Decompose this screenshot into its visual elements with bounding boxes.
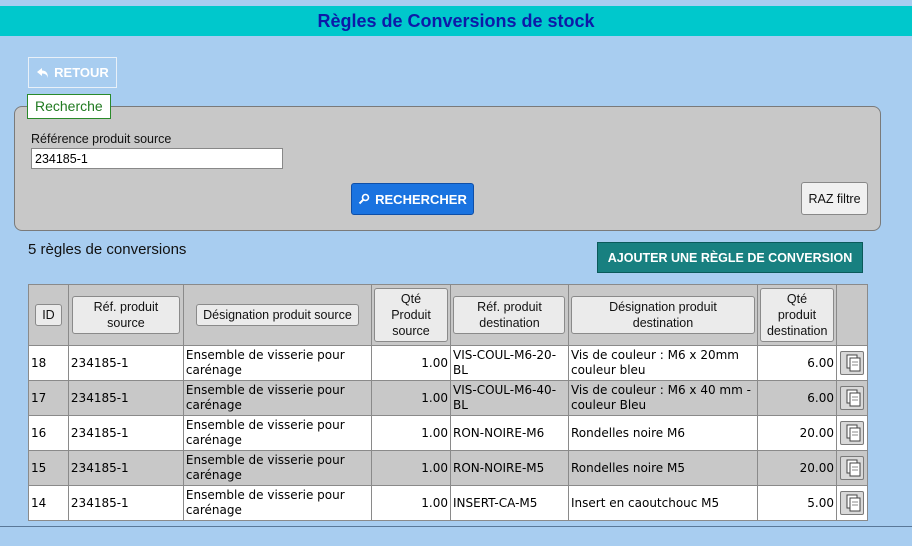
duplicate-button[interactable] <box>839 456 864 480</box>
cell-id: 15 <box>28 450 69 486</box>
cell-src-qty: 1.00 <box>371 485 451 521</box>
copy-icon <box>846 459 861 477</box>
cell-id: 16 <box>28 415 69 451</box>
cell-src-ref: 234185-1 <box>67 485 184 521</box>
back-button[interactable]: RETOUR <box>28 57 117 88</box>
duplicate-button[interactable] <box>839 386 864 410</box>
cell-action <box>835 485 869 521</box>
cell-dst-qty: 20.00 <box>756 450 837 486</box>
header-src-qty: Qté Produit source <box>371 284 451 346</box>
cell-dst-ref: RON-NOIRE-M5 <box>450 450 569 486</box>
cell-dst-desig: Rondelles noire M5 <box>567 450 758 486</box>
header-src-desig: Désignation produit source <box>182 284 373 346</box>
table-row: 18 234185-1 Ensemble de visserie pour ca… <box>28 345 869 381</box>
cell-src-ref: 234185-1 <box>67 415 184 451</box>
cell-id: 14 <box>28 485 69 521</box>
table-row: 16 234185-1 Ensemble de visserie pour ca… <box>28 415 869 451</box>
header-dst-qty: Qté produit destination <box>756 284 837 346</box>
page-title: Règles de Conversions de stock <box>317 11 595 31</box>
cell-id: 18 <box>28 345 69 381</box>
cell-src-ref: 234185-1 <box>67 450 184 486</box>
header-src-ref: Réf. produit source <box>67 284 184 346</box>
cell-src-qty: 1.00 <box>371 380 451 416</box>
results-count: 5 règles de conversions <box>28 241 187 258</box>
cell-src-ref: 234185-1 <box>67 380 184 416</box>
copy-icon <box>846 354 861 372</box>
header-id: ID <box>28 284 69 346</box>
cell-dst-desig: Insert en caoutchouc M5 <box>567 485 758 521</box>
header-dst-ref: Réf. produit destination <box>450 284 569 346</box>
cell-id: 17 <box>28 380 69 416</box>
cell-action <box>835 380 869 416</box>
duplicate-button[interactable] <box>839 491 864 515</box>
cell-dst-desig: Vis de couleur : M6 x 40 mm - couleur Bl… <box>567 380 758 416</box>
cell-dst-qty: 6.00 <box>756 380 837 416</box>
cell-src-desig: Ensemble de visserie pour carénage <box>182 415 373 451</box>
copy-icon <box>846 494 861 512</box>
title-bar: Règles de Conversions de stock <box>0 6 912 36</box>
reset-filter-button[interactable]: RAZ filtre <box>801 182 868 215</box>
cell-src-ref: 234185-1 <box>67 345 184 381</box>
cell-src-desig: Ensemble de visserie pour carénage <box>182 380 373 416</box>
cell-dst-ref: VIS-COUL-M6-40-BL <box>450 380 569 416</box>
cell-dst-qty: 20.00 <box>756 415 837 451</box>
search-button[interactable]: RECHERCHER <box>351 183 474 215</box>
cell-action <box>835 415 869 451</box>
bottom-divider <box>0 526 912 527</box>
cell-src-qty: 1.00 <box>371 345 451 381</box>
sort-id-button[interactable]: ID <box>35 304 62 326</box>
sort-src-desig-button[interactable]: Désignation produit source <box>196 304 359 326</box>
header-dst-desig: Désignation produit destination <box>567 284 758 346</box>
copy-icon <box>846 389 861 407</box>
cell-dst-ref: VIS-COUL-M6-20-BL <box>450 345 569 381</box>
source-ref-label: Référence produit source <box>31 132 172 146</box>
cell-dst-qty: 5.00 <box>756 485 837 521</box>
rules-table: ID Réf. produit source Désignation produ… <box>28 284 869 521</box>
cell-src-qty: 1.00 <box>371 450 451 486</box>
search-button-label: RECHERCHER <box>375 191 467 207</box>
cell-src-desig: Ensemble de visserie pour carénage <box>182 345 373 381</box>
sort-dst-desig-button[interactable]: Désignation produit destination <box>570 296 755 334</box>
undo-arrow-icon <box>37 67 49 78</box>
cell-src-desig: Ensemble de visserie pour carénage <box>182 485 373 521</box>
cell-dst-ref: RON-NOIRE-M6 <box>450 415 569 451</box>
cell-dst-desig: Vis de couleur : M6 x 20mm couleur bleu <box>567 345 758 381</box>
cell-action <box>835 450 869 486</box>
sort-dst-ref-button[interactable]: Réf. produit destination <box>453 296 566 334</box>
cell-dst-qty: 6.00 <box>756 345 837 381</box>
cell-src-desig: Ensemble de visserie pour carénage <box>182 450 373 486</box>
table-row: 14 234185-1 Ensemble de visserie pour ca… <box>28 485 869 521</box>
cell-dst-desig: Rondelles noire M6 <box>567 415 758 451</box>
copy-icon <box>846 424 861 442</box>
cell-action <box>835 345 869 381</box>
sort-src-qty-button[interactable]: Qté Produit source <box>374 288 448 342</box>
table-header-row: ID Réf. produit source Désignation produ… <box>28 284 869 346</box>
source-ref-input[interactable] <box>31 148 283 169</box>
sort-dst-qty-button[interactable]: Qté produit destination <box>759 288 834 342</box>
table-row: 17 234185-1 Ensemble de visserie pour ca… <box>28 380 869 416</box>
table-row: 15 234185-1 Ensemble de visserie pour ca… <box>28 450 869 486</box>
back-button-label: RETOUR <box>54 65 109 80</box>
cell-src-qty: 1.00 <box>371 415 451 451</box>
duplicate-button[interactable] <box>839 421 864 445</box>
cell-dst-ref: INSERT-CA-M5 <box>450 485 569 521</box>
magnifier-icon <box>358 193 370 205</box>
search-legend: Recherche <box>27 94 111 119</box>
duplicate-button[interactable] <box>839 351 864 375</box>
sort-src-ref-button[interactable]: Réf. produit source <box>71 296 180 334</box>
header-actions <box>835 284 869 346</box>
add-rule-button[interactable]: AJOUTER UNE RÈGLE DE CONVERSION <box>597 242 863 273</box>
